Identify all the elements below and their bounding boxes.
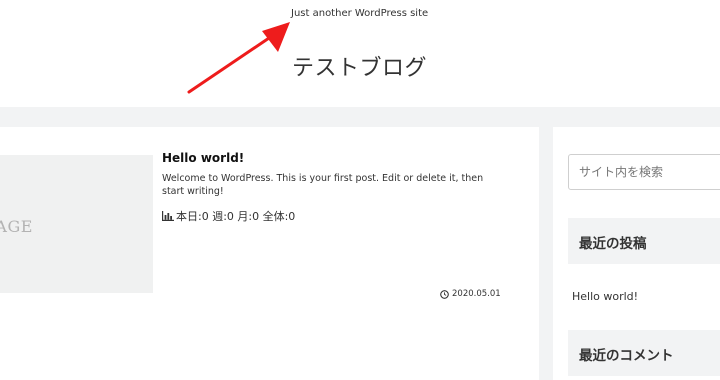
post-thumbnail[interactable]: NO IMAGE	[0, 155, 153, 293]
recent-comments-heading-text: 最近のコメント	[579, 348, 674, 364]
clock-icon	[440, 289, 449, 299]
bar-chart-icon	[162, 211, 174, 221]
site-search-input[interactable]	[568, 154, 720, 190]
recent-posts-heading: 最近の投稿	[568, 218, 720, 264]
site-header: Just another WordPress site テストブログ	[0, 0, 720, 107]
post-title-link[interactable]: Hello world!	[162, 151, 244, 165]
recent-post-link[interactable]: Hello world!	[572, 290, 638, 303]
post-excerpt: Welcome to WordPress. This is your first…	[162, 173, 484, 197]
post-date-text: 2020.05.01	[452, 289, 501, 299]
recent-comments-heading: 最近のコメント	[568, 330, 720, 376]
post-view-counts: 本日:0 週:0 月:0 全体:0	[176, 210, 296, 223]
no-image-placeholder-text: NO IMAGE	[0, 217, 33, 236]
recent-posts-heading-text: 最近の投稿	[579, 236, 647, 252]
site-title-link[interactable]: テストブログ	[292, 50, 427, 82]
site-tagline: Just another WordPress site	[291, 8, 429, 19]
post-view-counter: 本日:0 週:0 月:0 全体:0	[162, 208, 295, 224]
post-date: 2020.05.01	[440, 289, 501, 299]
